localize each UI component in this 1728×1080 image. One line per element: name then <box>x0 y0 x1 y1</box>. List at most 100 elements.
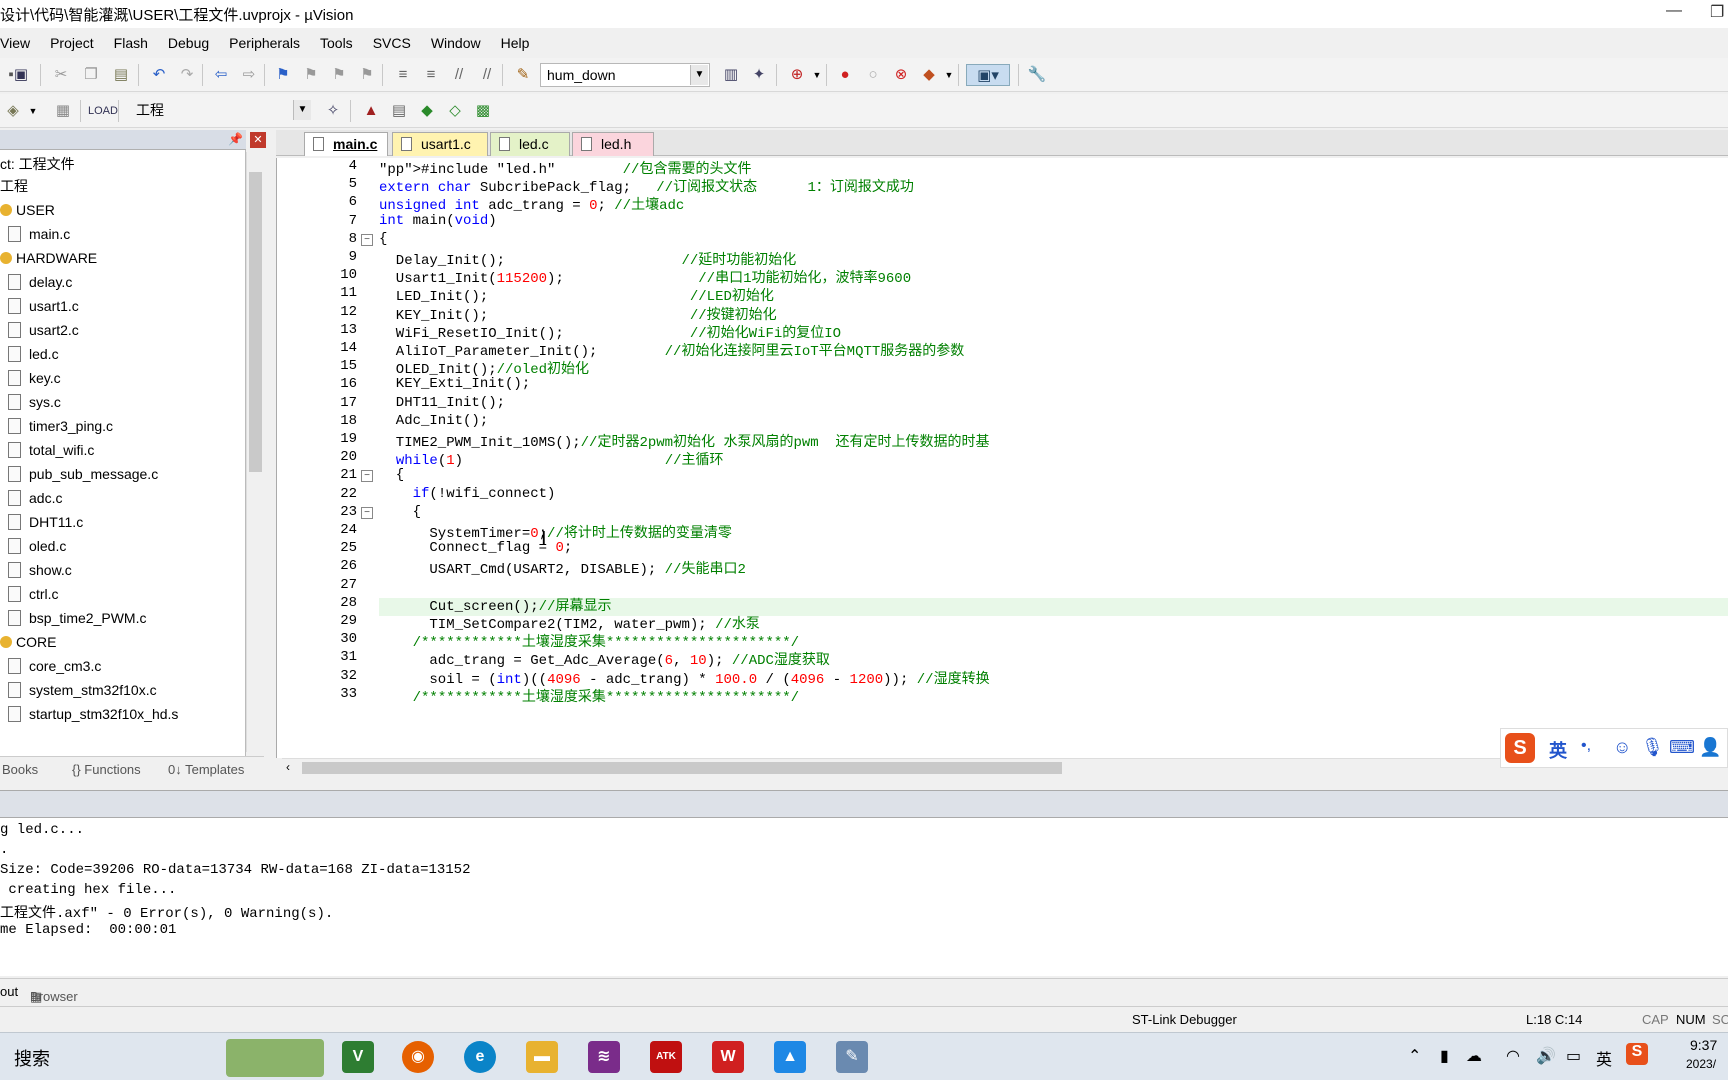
chevron-up-icon[interactable]: ⌃ <box>1408 1046 1421 1066</box>
scroll-left-icon[interactable]: ‹ <box>286 760 290 774</box>
ime-indicator[interactable]: 英 <box>1596 1046 1612 1070</box>
tree-file[interactable]: core_cm3.c <box>8 654 101 678</box>
code-line[interactable]: { <box>379 467 404 483</box>
incremental-find-icon[interactable]: ✦ <box>748 64 770 86</box>
tree-file[interactable]: show.c <box>8 558 72 582</box>
menu-window[interactable]: Window <box>421 35 491 51</box>
restore-button[interactable]: ❐ <box>1710 2 1724 22</box>
prev-bookmark-icon[interactable]: ⚑ <box>300 64 322 86</box>
code-line[interactable]: KEY_Exti_Init(); <box>379 376 530 392</box>
wps-icon[interactable]: W <box>712 1041 744 1073</box>
chevron-down-icon[interactable]: ▼ <box>293 100 311 120</box>
disable-all-breakpoints-icon[interactable]: ⊗ <box>890 64 912 86</box>
wifi-icon[interactable]: ◠ <box>1506 1046 1520 1066</box>
project-items-icon[interactable]: ▲ <box>360 100 382 122</box>
code-line[interactable]: { <box>379 231 387 247</box>
microphone-icon[interactable]: 🎙 <box>1641 737 1664 758</box>
fold-toggle-icon[interactable]: − <box>361 233 373 246</box>
pin-icon[interactable]: 📌 <box>228 132 243 146</box>
bookmark-icon[interactable]: ⚑ <box>272 64 294 86</box>
breakpoint-icon[interactable]: ● <box>834 64 856 86</box>
tree-group-user[interactable]: USER <box>0 198 55 222</box>
volume-icon[interactable]: 🔊 <box>1536 1046 1556 1066</box>
battery-icon[interactable]: ▭ <box>1566 1046 1581 1066</box>
code-line[interactable]: while(1) //主循环 <box>379 449 724 469</box>
uncomment-icon[interactable]: // <box>476 64 498 86</box>
close-icon[interactable]: ✕ <box>250 132 266 148</box>
select-pack-icon[interactable]: ◇ <box>444 100 466 122</box>
tab-main-c[interactable]: main.c <box>304 132 388 156</box>
ime-lang-label[interactable]: 英 <box>1549 737 1567 763</box>
code-line[interactable]: int main(void) <box>379 213 497 229</box>
code-line[interactable]: Usart1_Init(115200); //串口1功能初始化，波特率9600 <box>379 267 911 287</box>
keyboard-icon[interactable]: ⌨ <box>1669 737 1695 758</box>
window-layout-icon[interactable]: ▣▾ <box>966 64 1010 86</box>
code-line[interactable]: Adc_Init(); <box>379 413 488 429</box>
clock-time[interactable]: 9:37 <box>1690 1037 1717 1053</box>
chevron-down-icon[interactable]: ▼ <box>806 64 828 86</box>
code-line[interactable]: if(!wifi_connect) <box>379 486 556 502</box>
tree-file[interactable]: adc.c <box>8 486 62 510</box>
code-line[interactable]: /************土壤湿度采集*********************… <box>379 631 799 651</box>
keil-app-icon[interactable]: V <box>342 1041 374 1073</box>
tree-file-main-c[interactable]: main.c <box>8 222 70 246</box>
code-line[interactable]: TIME2_PWM_Init_10MS();//定时器2pwm初始化 水泵风扇的… <box>379 431 990 451</box>
code-line[interactable]: SystemTimer=0;//将计时上传数据的变量清零 <box>379 522 731 542</box>
code-line[interactable]: Cut_screen();//屏幕显示 <box>379 595 611 615</box>
taskbar-search[interactable]: 搜索 <box>14 1045 50 1071</box>
minimize-button[interactable]: — <box>1666 2 1682 20</box>
batch-build-icon[interactable]: ◈ <box>2 100 24 122</box>
cloud-icon[interactable]: ☁ <box>1466 1046 1482 1066</box>
photos-icon[interactable]: ▲ <box>774 1041 806 1073</box>
code-line[interactable]: LED_Init(); //LED初始化 <box>379 285 774 305</box>
pack-installer-icon[interactable]: ▩ <box>472 100 494 122</box>
chevron-down-icon[interactable]: ▼ <box>690 65 708 85</box>
download-icon[interactable]: ▦ <box>52 100 74 122</box>
comment-icon[interactable]: // <box>448 64 470 86</box>
code-line[interactable]: soil = (int)((4096 - adc_trang) * 100.0 … <box>379 668 989 688</box>
tree-group-hardware[interactable]: HARDWARE <box>0 246 97 270</box>
menu-peripherals[interactable]: Peripherals <box>219 35 310 51</box>
start-debug-icon[interactable]: ⊕ <box>786 64 808 86</box>
configure-icon[interactable]: 🔧 <box>1026 64 1048 86</box>
clear-bookmarks-icon[interactable]: ⚑ <box>356 64 378 86</box>
code-line[interactable]: WiFi_ResetIO_Init(); //初始化WiFi的复位IO <box>379 322 841 342</box>
tab-usart1-c[interactable]: usart1.c <box>392 132 488 156</box>
paint-icon[interactable]: ✎ <box>836 1041 868 1073</box>
punctuation-icon[interactable]: •, <box>1581 737 1591 755</box>
menu-tools[interactable]: Tools <box>310 35 363 51</box>
scroll-thumb[interactable] <box>302 762 1062 774</box>
tree-file[interactable]: key.c <box>8 366 61 390</box>
menu-view[interactable]: View <box>0 35 40 51</box>
sogou-logo-icon[interactable]: S <box>1505 733 1535 763</box>
menu-project[interactable]: Project <box>40 35 104 51</box>
code-line[interactable]: USART_Cmd(USART2, DISABLE); //失能串口2 <box>379 558 745 578</box>
find-in-files-icon[interactable]: ✎ <box>512 64 534 86</box>
tree-file[interactable]: oled.c <box>8 534 66 558</box>
chevron-down-icon[interactable]: ▼ <box>22 100 44 122</box>
next-bookmark-icon[interactable]: ⚑ <box>328 64 350 86</box>
code-line[interactable]: unsigned int adc_trang = 0; //土壤adc <box>379 194 684 214</box>
code-line[interactable]: "pp">#include "led.h" //包含需要的头文件 <box>379 158 751 178</box>
tree-target[interactable]: 工程 <box>0 174 28 198</box>
code-line[interactable]: Delay_Init(); //延时功能初始化 <box>379 249 796 269</box>
tree-file[interactable]: sys.c <box>8 390 61 414</box>
find-icon[interactable]: ▥ <box>720 64 742 86</box>
edge-icon[interactable]: e <box>464 1041 496 1073</box>
tab-led-h[interactable]: led.h <box>572 132 654 156</box>
nav-forward-icon[interactable]: ⇨ <box>238 64 260 86</box>
remote-app-icon[interactable]: ≋ <box>588 1041 620 1073</box>
rte-icon[interactable]: ◆ <box>416 100 438 122</box>
target-combo[interactable]: 工程 ▼ <box>130 99 312 123</box>
code-line[interactable]: AliIoT_Parameter_Init(); //初始化连接阿里云IoT平台… <box>379 340 964 360</box>
copy-icon[interactable]: ❐ <box>80 64 102 86</box>
paste-icon[interactable]: ▤ <box>110 64 132 86</box>
file-explorer-icon[interactable]: ▬ <box>526 1041 558 1073</box>
menu-help[interactable]: Help <box>491 35 540 51</box>
cut-icon[interactable]: ✂ <box>50 64 72 86</box>
usb-icon[interactable]: ▮ <box>1440 1046 1449 1066</box>
code-line[interactable]: TIM_SetCompare2(TIM2, water_pwm); //水泵 <box>379 613 759 633</box>
code-line[interactable]: OLED_Init();//oled初始化 <box>379 358 589 378</box>
tab-functions[interactable]: {} Functions <box>72 762 141 777</box>
serial-tool-icon[interactable]: ATK <box>650 1041 682 1073</box>
